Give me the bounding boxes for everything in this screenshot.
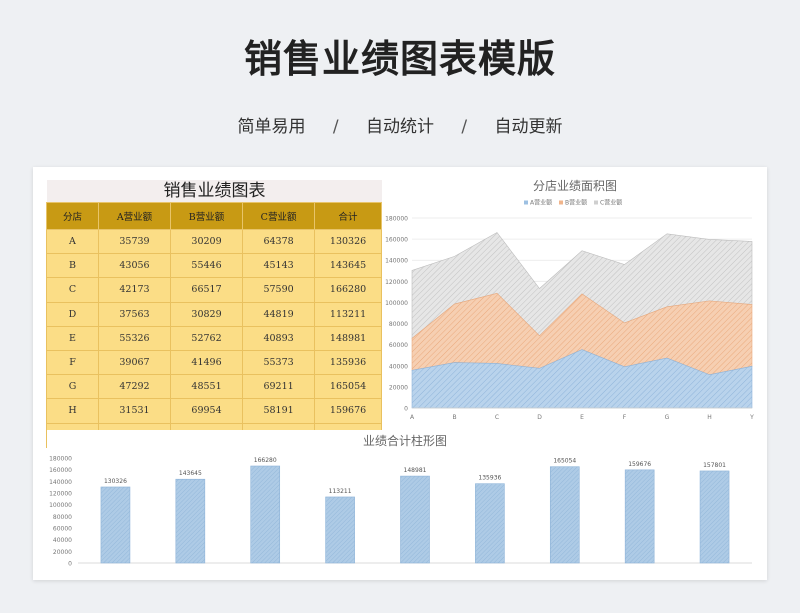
x-tick-label: G [665, 414, 670, 421]
y-tick-label: 180000 [385, 216, 408, 223]
area-chart-title: 分店业绩面积图 [533, 179, 617, 193]
data-label: 159676 [628, 461, 651, 468]
y-tick-label: 60000 [389, 342, 408, 349]
y-tick-label: 80000 [389, 321, 408, 328]
y-tick-label: 120000 [49, 491, 72, 498]
data-label: 166280 [254, 457, 277, 464]
bar [250, 465, 281, 564]
legend-swatch [524, 200, 528, 205]
bar [549, 466, 580, 564]
x-tick-label: D [537, 414, 542, 421]
area-chart-legend: A营业额 B营业额 C营业额 [524, 199, 622, 207]
bar [699, 470, 730, 564]
y-tick-label: 120000 [385, 279, 408, 286]
y-tick-label: 140000 [49, 479, 72, 486]
legend-label: B营业额 [565, 199, 587, 207]
y-tick-label: 0 [68, 561, 72, 568]
x-tick-label: C [495, 414, 499, 421]
x-tick-label: H [707, 414, 712, 421]
y-tick-label: 180000 [49, 456, 72, 463]
legend-label: A营业额 [530, 199, 552, 207]
data-label: 135936 [478, 475, 501, 482]
bar-chart-title: 业绩合计柱形图 [363, 433, 447, 448]
bar-chart-series [100, 465, 730, 564]
y-tick-label: 140000 [385, 258, 408, 265]
legend-label: C营业额 [600, 199, 622, 207]
y-tick-label: 20000 [389, 384, 408, 391]
y-tick-label: 0 [404, 406, 408, 413]
data-label: 148981 [404, 467, 427, 474]
data-label: 143645 [179, 470, 202, 477]
bar [400, 475, 430, 564]
y-tick-label: 100000 [49, 502, 72, 509]
x-tick-label: Y [749, 414, 754, 421]
x-tick-label: F [623, 414, 627, 421]
y-tick-label: 160000 [385, 237, 408, 244]
y-tick-label: 60000 [53, 526, 72, 533]
bar [325, 496, 355, 564]
area-chart-series [411, 232, 753, 409]
charts-layer: 分店业绩面积图 A营业额 B营业额 C营业额 0 20000 40000 60000 800… [47, 175, 767, 578]
y-tick-label: 20000 [53, 549, 72, 556]
data-label: 130326 [104, 478, 127, 485]
bar [475, 483, 505, 564]
legend-swatch [559, 200, 563, 205]
y-tick-label: 80000 [53, 514, 72, 521]
y-tick-label: 40000 [389, 363, 408, 370]
bar [175, 478, 206, 564]
x-tick-label: B [452, 414, 456, 421]
bar [624, 469, 655, 564]
data-label: 165054 [553, 458, 576, 465]
y-tick-label: 40000 [53, 537, 72, 544]
data-label: 157801 [703, 462, 726, 469]
bar [100, 486, 131, 564]
legend-swatch [594, 200, 598, 205]
data-label: 113211 [329, 488, 352, 495]
y-tick-label: 100000 [385, 300, 408, 307]
x-tick-label: E [580, 414, 584, 421]
y-tick-label: 160000 [49, 467, 72, 474]
